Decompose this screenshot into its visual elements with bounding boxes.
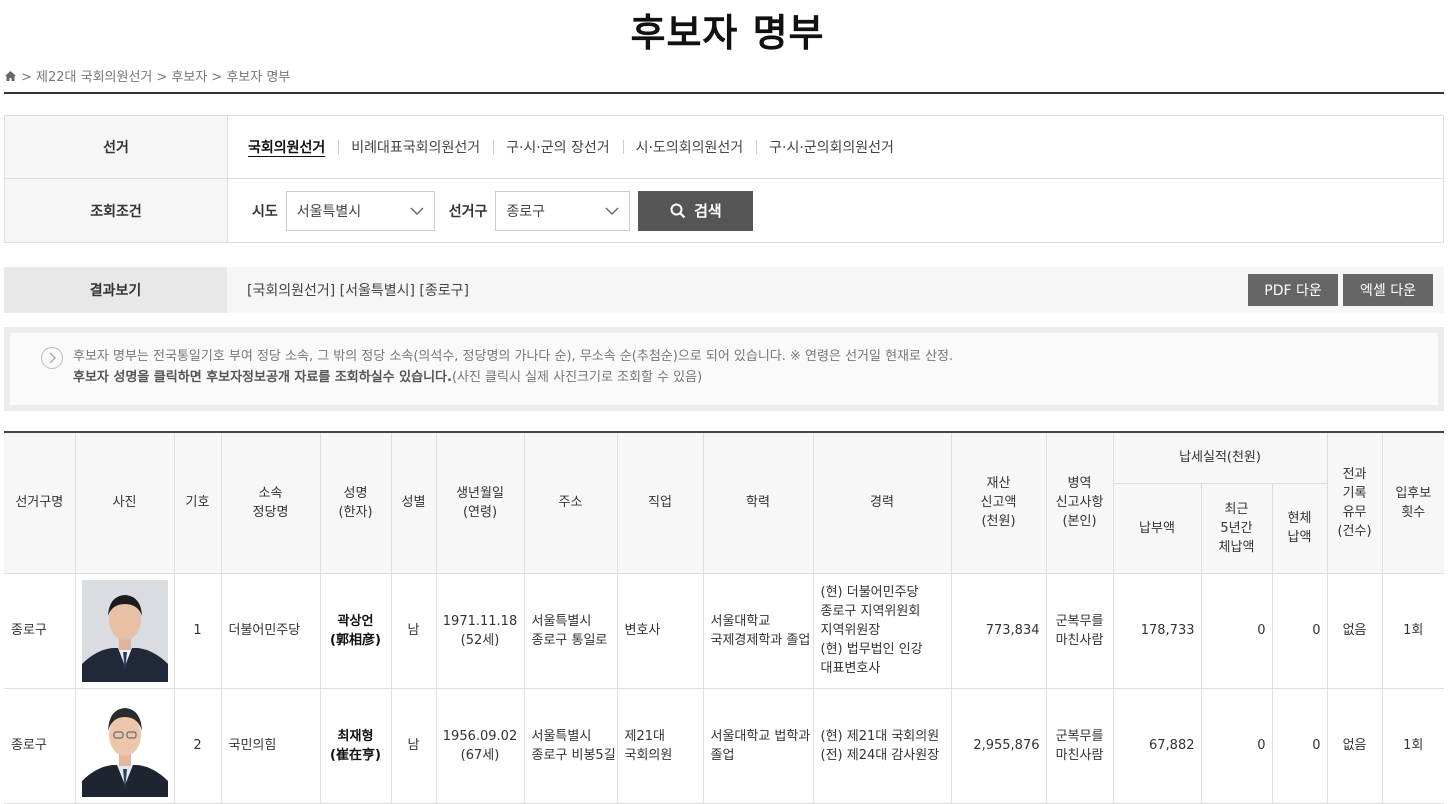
cell-job: 제21대 국회의원 — [616, 687, 704, 804]
condition-label: 조회조건 — [5, 179, 228, 242]
header-district: 선거구명 — [4, 431, 76, 574]
header-name: 성명 (한자) — [319, 431, 392, 574]
notice-line-2-rest: (사진 클릭시 실제 사진크기로 조회할 수 있음) — [451, 370, 703, 385]
notice-line-1: 후보자 명부는 전국통일기호 부여 정당 소속, 그 밖의 정당 소속(의석수,… — [73, 349, 954, 364]
cell-job: 변호사 — [616, 572, 704, 689]
cell-career: (현) 제21대 국회의원 (전) 제24대 감사원장 — [812, 687, 952, 804]
breadcrumb-item[interactable]: > 제22대 국회의원선거 — [21, 66, 152, 85]
cell-party: 더불어민주당 — [220, 572, 321, 689]
tab-national-assembly[interactable]: 국회의원선거 — [248, 137, 338, 157]
table-row: 종로구 2 국민의힘 최재형(崔在亨) 남 1956.09.02(67세) — [4, 687, 1445, 804]
result-bar: 결과보기 [국회의원선거] [서울특별시] [종로구] PDF 다운 엑셀 다운 — [4, 267, 1444, 313]
cell-gender: 남 — [390, 687, 437, 804]
header-number: 기호 — [173, 431, 222, 574]
home-icon[interactable] — [4, 70, 17, 82]
cell-military: 군복무를 마친사람 — [1045, 687, 1114, 804]
candidate-table: 선거구명 사진 기호 소속 정당명 성명 (한자) 성별 생년월일 (연령) 주소 직… — [4, 431, 1445, 804]
result-summary: [국회의원선거] [서울특별시] [종로구] — [247, 283, 469, 299]
header-birth: 생년월일 (연령) — [435, 431, 525, 574]
cell-district: 종로구 — [4, 687, 76, 804]
chevron-right-circle-icon — [41, 347, 63, 369]
breadcrumb-divider — [4, 92, 1444, 94]
cell-party: 국민의힘 — [220, 687, 321, 804]
tab-proportional[interactable]: 비례대표국회의원선거 — [338, 137, 493, 157]
header-tax-paid: 납부액 — [1113, 482, 1202, 574]
search-icon — [670, 203, 686, 218]
tab-provincial-council[interactable]: 시·도의회의원선거 — [622, 137, 757, 157]
cell-birth: 1956.09.02 (67세) — [435, 687, 525, 804]
header-record: 전과 기록 유무 (건수) — [1326, 431, 1383, 574]
sido-label: 시도 — [252, 203, 278, 220]
cell-number: 1 — [173, 572, 222, 689]
cell-tax-paid: 67,882 — [1112, 687, 1202, 804]
election-tabs: 국회의원선거 비례대표국회의원선거 구·시·군의 장선거 시·도의회의원선거 구… — [228, 116, 907, 178]
candidate-photo[interactable] — [74, 572, 175, 689]
district-value: 종로구 — [506, 203, 546, 220]
cell-education: 서울대학교 법학과 졸업 — [702, 687, 814, 804]
cell-address: 서울특별시 종로구 비봉5길 — [523, 687, 618, 804]
election-label: 선거 — [5, 116, 228, 178]
cell-gender: 남 — [390, 572, 437, 689]
breadcrumb-item[interactable]: > 후보자 명부 — [211, 66, 290, 85]
cell-address: 서울특별시 종로구 통일로 — [523, 572, 618, 689]
notice-line-2: 후보자 성명을 클릭하면 후보자정보공개 자료를 조회하실수 있습니다.(사진 … — [73, 367, 1438, 388]
cell-count: 1회 — [1381, 687, 1445, 804]
header-count: 입후보 횟수 — [1381, 431, 1445, 574]
cell-number: 2 — [173, 687, 222, 804]
cell-property: 2,955,876 — [950, 687, 1047, 804]
result-label: 결과보기 — [4, 267, 227, 313]
header-tax-group: 납세실적(천원) — [1112, 431, 1328, 484]
header-military: 병역 신고사항 (본인) — [1045, 431, 1114, 574]
breadcrumb: > 제22대 국회의원선거 > 후보자 > 후보자 명부 — [4, 66, 290, 85]
chevron-down-icon — [410, 207, 424, 215]
search-button-label: 검색 — [694, 202, 722, 220]
excel-download-button[interactable]: 엑셀 다운 — [1343, 274, 1433, 306]
header-photo: 사진 — [74, 431, 175, 574]
header-education: 학력 — [702, 431, 814, 574]
header-tax-5y: 최근 5년간 체납액 — [1200, 482, 1273, 574]
sido-select[interactable]: 서울특별시 — [285, 190, 435, 231]
candidate-name-link[interactable]: 곽상언 (郭相彦) — [319, 572, 392, 689]
cell-tax-arrears: 0 — [1271, 687, 1328, 804]
cell-record: 없음 — [1326, 572, 1383, 689]
cell-military: 군복무를 마친사람 — [1045, 572, 1114, 689]
cell-district: 종로구 — [4, 572, 76, 689]
table-row: 종로구 1 더불어민주당 곽상언 (郭相彦) 남 1971.11.18 (52세) … — [4, 572, 1445, 689]
header-career: 경력 — [812, 431, 952, 574]
notice-line-2-bold: 후보자 성명을 클릭하면 후보자정보공개 자료를 조회하실수 있습니다. — [73, 370, 452, 385]
sido-value: 서울특별시 — [296, 203, 362, 220]
cell-tax-paid: 178,733 — [1112, 572, 1202, 689]
header-address: 주소 — [523, 431, 618, 574]
cell-education: 서울대학교 국제경제학과 졸업 — [702, 572, 814, 689]
district-label: 선거구 — [448, 203, 488, 220]
candidate-name-link[interactable]: 최재형 (崔在亨) — [319, 687, 392, 804]
header-job: 직업 — [616, 431, 704, 574]
chevron-down-icon — [605, 207, 619, 215]
search-panel: 선거 국회의원선거 비례대표국회의원선거 구·시·군의 장선거 시·도의회의원선… — [4, 115, 1444, 243]
breadcrumb-item[interactable]: > 후보자 — [156, 66, 207, 85]
header-party: 소속 정당명 — [220, 431, 321, 574]
candidate-photo[interactable] — [74, 687, 175, 804]
cell-birth: 1971.11.18 (52세) — [435, 572, 525, 689]
cell-tax-5y: 0 — [1200, 687, 1273, 804]
cell-count: 1회 — [1381, 572, 1445, 689]
cell-tax-5y: 0 — [1200, 572, 1273, 689]
page-title: 후보자 명부 — [630, 11, 825, 55]
notice-box: 후보자 명부는 전국통일기호 부여 정당 소속, 그 밖의 정당 소속(의석수,… — [4, 327, 1444, 411]
tab-local-council[interactable]: 구·시·군의회의원선거 — [756, 137, 907, 157]
header-tax-arrears: 현체 납액 — [1271, 482, 1328, 574]
tab-local-head[interactable]: 구·시·군의 장선거 — [493, 137, 623, 157]
cell-tax-arrears: 0 — [1271, 572, 1328, 689]
header-gender: 성별 — [390, 431, 437, 574]
header-property: 재산 신고액 (천원) — [950, 431, 1047, 574]
cell-property: 773,834 — [950, 572, 1047, 689]
pdf-download-button[interactable]: PDF 다운 — [1248, 274, 1338, 306]
district-select[interactable]: 종로구 — [495, 190, 631, 231]
cell-career: (현) 더불어민주당 종로구 지역위원회 지역위원장 (현) 법무법인 인강 대표변호사 — [812, 572, 952, 689]
search-button[interactable]: 검색 — [638, 190, 754, 231]
cell-record: 없음 — [1326, 687, 1383, 804]
